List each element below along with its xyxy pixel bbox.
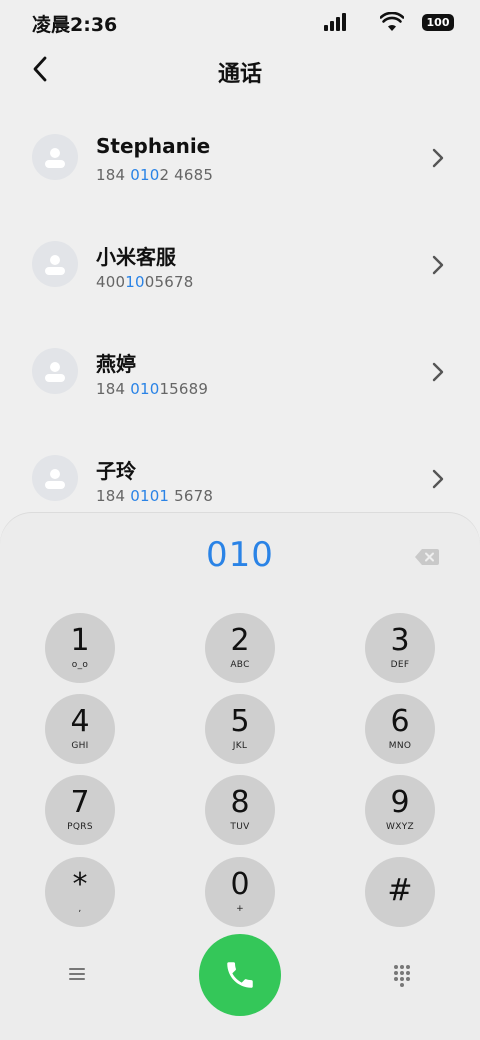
avatar [32, 134, 78, 180]
chevron-right-icon [432, 362, 444, 382]
key-4[interactable]: 4 GHI [45, 694, 115, 764]
contact-name: 燕婷 [96, 352, 136, 376]
person-icon [45, 148, 65, 168]
key-hash[interactable]: # [365, 857, 435, 927]
call-button[interactable] [199, 934, 281, 1016]
phone-icon [227, 962, 253, 988]
battery-icon: 100 [422, 13, 454, 31]
contact-row[interactable]: 燕婷 184 01015689 [0, 318, 480, 425]
avatar [32, 241, 78, 287]
chevron-right-icon [432, 469, 444, 489]
dialpad-icon[interactable] [392, 963, 412, 987]
person-icon [45, 255, 65, 275]
key-6[interactable]: 6 MNO [365, 694, 435, 764]
page-title: 通话 [217, 62, 262, 87]
person-icon [45, 362, 65, 382]
wifi-icon [380, 12, 404, 31]
key-star[interactable]: * , [45, 857, 115, 927]
status-icons: 100 [324, 12, 454, 32]
contact-name: Stephanie [96, 134, 211, 158]
key-7[interactable]: 7 PQRS [45, 775, 115, 845]
battery-level: 100 [426, 15, 450, 29]
signal-icon [324, 13, 346, 31]
menu-icon[interactable] [66, 963, 88, 985]
contact-name: 子玲 [96, 459, 136, 483]
key-1[interactable]: 1 o_o [45, 613, 115, 683]
dialed-number: 010 [206, 535, 274, 575]
avatar [32, 455, 78, 501]
backspace-icon[interactable] [414, 547, 440, 567]
phone-screen: 凌晨2:36 100 通话 Stephanie 184 0102 4685 小米… [0, 0, 480, 1040]
contact-number: 184 0102 4685 [96, 166, 214, 184]
key-9[interactable]: 9 WXYZ [365, 775, 435, 845]
chevron-right-icon [432, 148, 444, 168]
contact-row[interactable]: 小米客服 4001005678 [0, 211, 480, 318]
contact-number: 184 01015689 [96, 380, 209, 398]
status-time: 凌晨2:36 [32, 14, 118, 36]
key-8[interactable]: 8 TUV [205, 775, 275, 845]
contact-number: 184 0101 5678 [96, 487, 214, 505]
contact-name: 小米客服 [96, 245, 176, 269]
dialpad-sheet: 010 1 o_o 2 ABC 3 DEF 4 GHI 5 JKL 6 MNO [0, 513, 480, 1040]
key-0[interactable]: 0 + [205, 857, 275, 927]
chevron-right-icon [432, 255, 444, 275]
key-5[interactable]: 5 JKL [205, 694, 275, 764]
person-icon [45, 469, 65, 489]
status-bar: 凌晨2:36 100 [0, 0, 480, 44]
contact-list: Stephanie 184 0102 4685 小米客服 4001005678 [0, 104, 480, 532]
contact-row[interactable]: Stephanie 184 0102 4685 [0, 104, 480, 211]
avatar [32, 348, 78, 394]
header: 通话 [0, 44, 480, 100]
key-3[interactable]: 3 DEF [365, 613, 435, 683]
key-2[interactable]: 2 ABC [205, 613, 275, 683]
contact-number: 4001005678 [96, 273, 194, 291]
